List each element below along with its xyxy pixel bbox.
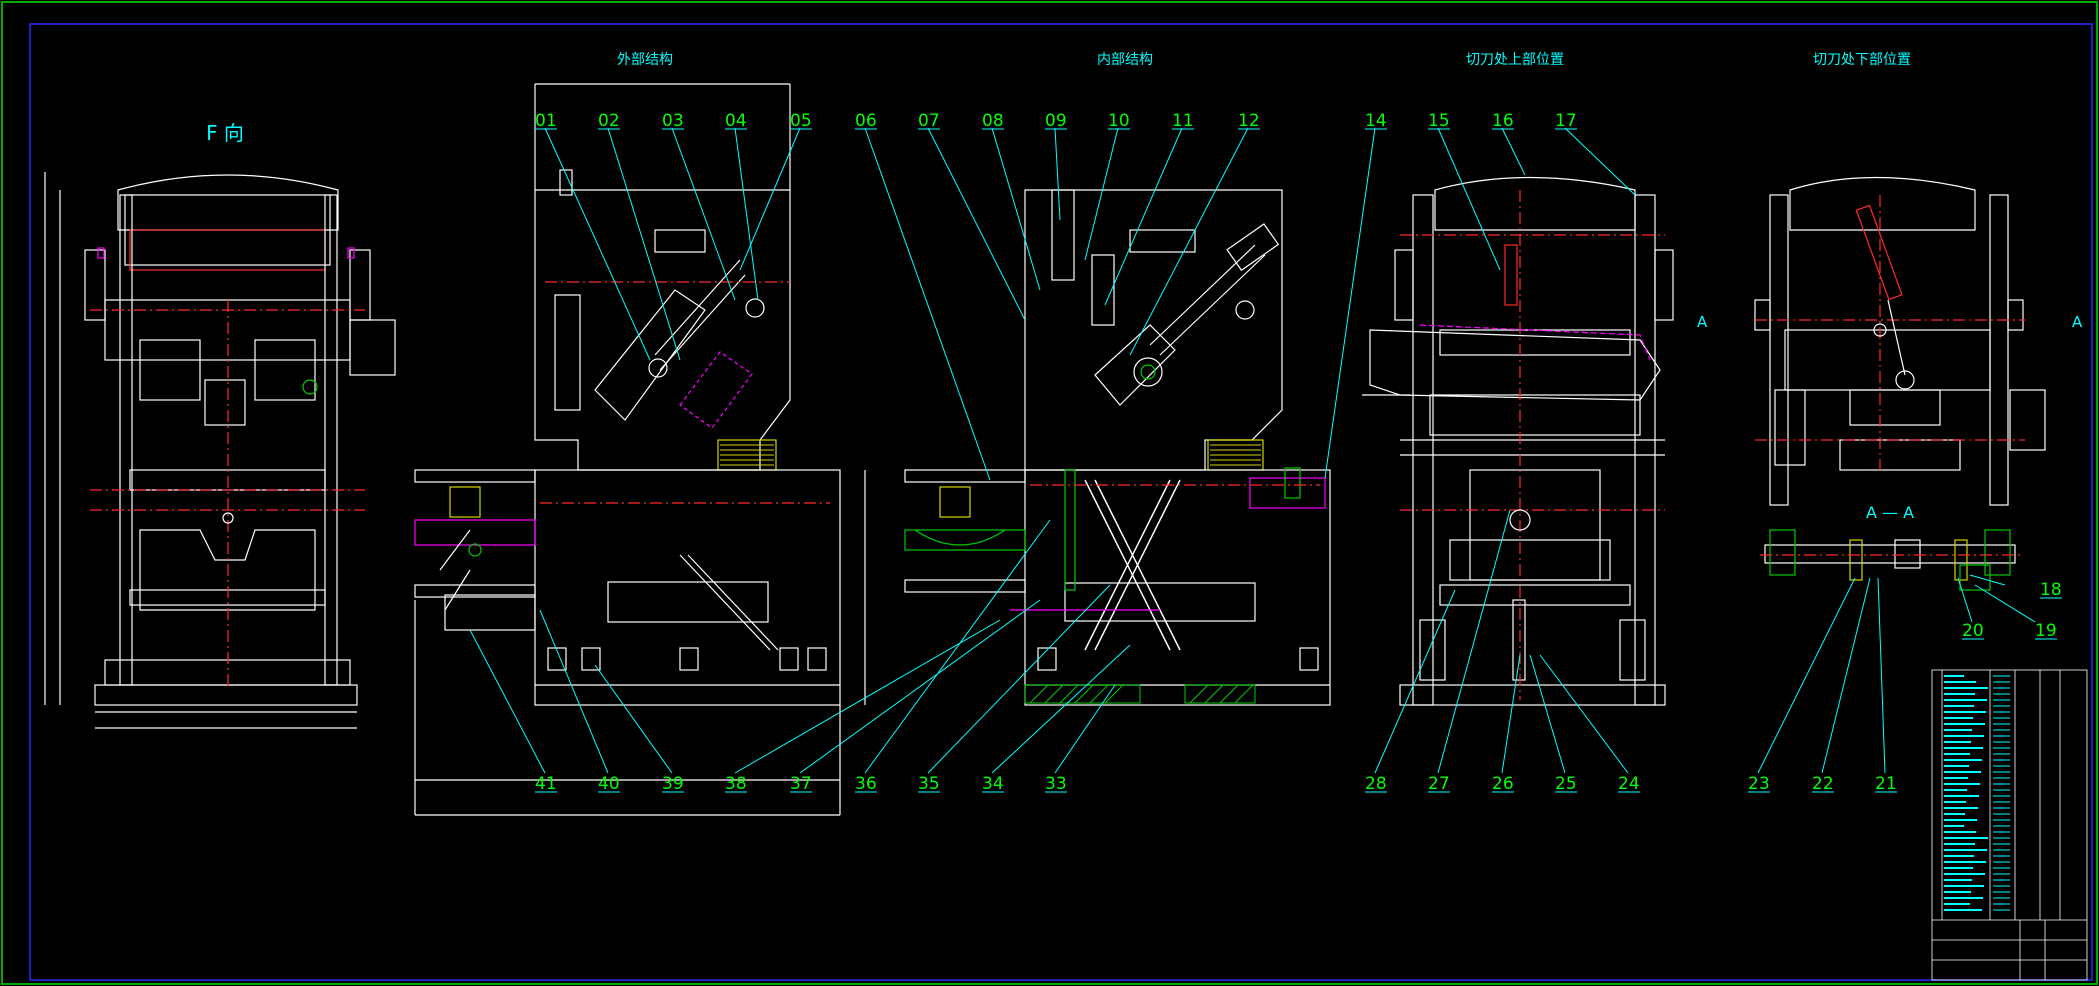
part-number-02: 02: [598, 111, 620, 131]
part-labels-top: 01 02 03 04 05 06 07 08 09 10 11 12 14 15 16 17: [535, 111, 1577, 131]
part-number-33: 33: [1045, 774, 1067, 794]
part-number-27: 27: [1428, 774, 1450, 794]
part-number-11: 11: [1172, 111, 1194, 131]
drawing-canvas: F 向 外部结构 内部结构 切刀处上部位置 切刀处下部位置 A — A A A: [1, 1, 2098, 985]
part-labels-right: 18 20 19: [1962, 580, 2062, 641]
part-number-36: 36: [855, 774, 877, 794]
part-number-24: 24: [1618, 774, 1640, 794]
part-number-34: 34: [982, 774, 1004, 794]
upper-position-title: 切刀处上部位置: [1466, 52, 1564, 68]
inner-hatch-yellow: [1210, 444, 1261, 466]
part-number-41: 41: [535, 774, 557, 794]
part-number-05: 05: [790, 111, 812, 131]
part-number-39: 39: [662, 774, 684, 794]
part-labels-bottom: 41 40 39 38 37 36 35 34 33 28 27 26 25 24 23 22 21: [535, 774, 1897, 794]
part-number-23: 23: [1748, 774, 1770, 794]
part-number-14: 14: [1365, 111, 1387, 131]
part-number-40: 40: [598, 774, 620, 794]
part-number-18: 18: [2040, 580, 2062, 600]
part-number-38: 38: [725, 774, 747, 794]
part-number-20: 20: [1962, 621, 1984, 641]
part-number-37: 37: [790, 774, 812, 794]
part-number-04: 04: [725, 111, 747, 131]
f-view-title: F 向: [206, 121, 244, 145]
part-number-03: 03: [662, 111, 684, 131]
part-number-21: 21: [1875, 774, 1897, 794]
outer-structure-title: 外部结构: [617, 52, 673, 68]
part-number-12: 12: [1238, 111, 1260, 131]
part-number-06: 06: [855, 111, 877, 131]
part-number-09: 09: [1045, 111, 1067, 131]
outer-structure-view: [414, 83, 866, 816]
section-aa-view: [1760, 529, 2020, 591]
part-number-17: 17: [1555, 111, 1577, 131]
upper-position-view: [1362, 176, 1674, 706]
part-number-01: 01: [535, 111, 557, 131]
part-number-35: 35: [918, 774, 940, 794]
inner-structure-title: 内部结构: [1097, 52, 1153, 68]
section-aa-title: A — A: [1866, 503, 1914, 522]
f-view: [44, 172, 396, 729]
outer-hatch: [720, 444, 774, 466]
lower-position-title: 切刀处下部位置: [1813, 52, 1911, 68]
parts-list-rows: [1944, 675, 2010, 911]
lower-position-view: [1754, 176, 2046, 506]
inner-border: [29, 23, 2093, 981]
inner-structure-view: [904, 189, 1331, 706]
part-number-08: 08: [982, 111, 1004, 131]
section-mark-left: A: [1697, 313, 1708, 331]
part-number-16: 16: [1492, 111, 1514, 131]
part-number-22: 22: [1812, 774, 1834, 794]
part-number-25: 25: [1555, 774, 1577, 794]
outer-border: [1, 1, 2098, 985]
inner-hatch: [1024, 684, 1256, 704]
part-number-19: 19: [2035, 621, 2057, 641]
part-number-26: 26: [1492, 774, 1514, 794]
part-number-07: 07: [918, 111, 940, 131]
part-number-15: 15: [1428, 111, 1450, 131]
part-number-28: 28: [1365, 774, 1387, 794]
part-number-10: 10: [1108, 111, 1130, 131]
section-mark-right: A: [2072, 313, 2083, 331]
